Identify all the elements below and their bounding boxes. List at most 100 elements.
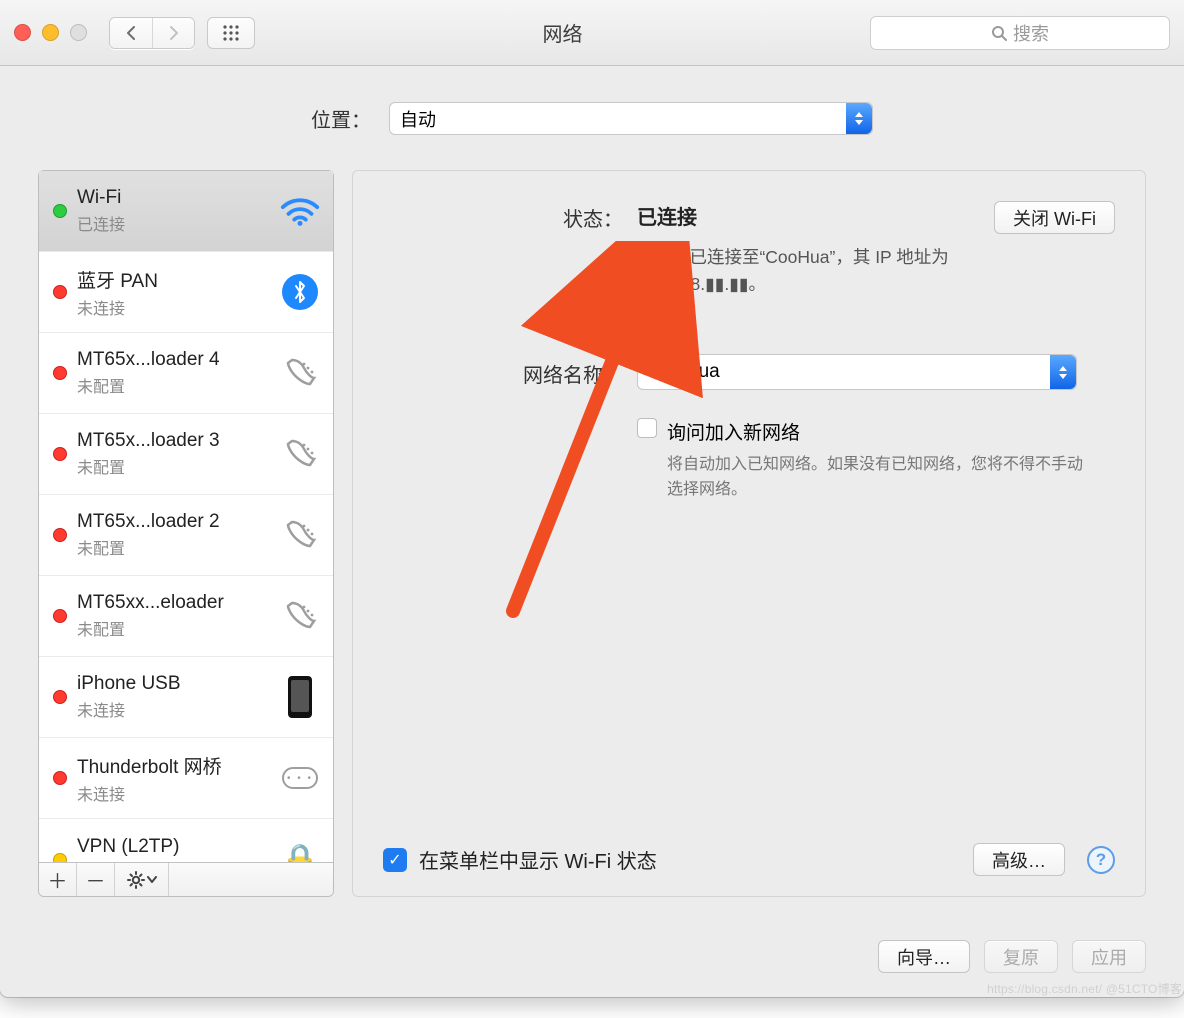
status-dot-icon: [53, 690, 67, 704]
sidebar-item-thunderbolt[interactable]: Thunderbolt 网桥 未连接 • • •: [39, 738, 333, 819]
close-icon[interactable]: [14, 24, 31, 41]
panels: Wi-Fi 已连接: [38, 170, 1146, 897]
sidebar-item-name: iPhone USB: [77, 673, 269, 695]
network-name-label: 网络名称：: [383, 357, 623, 388]
chevron-down-icon: [147, 876, 157, 884]
gear-menu-button[interactable]: [115, 863, 169, 896]
minimize-icon[interactable]: [42, 24, 59, 41]
sidebar-item-name: MT65xx...eloader: [77, 592, 269, 614]
search-input[interactable]: 搜索: [870, 16, 1170, 50]
sidebar-item-sub: 已连接: [77, 211, 269, 235]
add-button[interactable]: ＋: [39, 863, 77, 896]
phone-icon: [279, 355, 321, 391]
sidebar-item-sub: 未连接: [77, 781, 269, 805]
status-dot-icon: [53, 204, 67, 218]
lock-icon: 🔒: [279, 841, 321, 863]
sidebar-item-wifi[interactable]: Wi-Fi 已连接: [39, 171, 333, 252]
menubar-label: 在菜单栏中显示 Wi-Fi 状态: [419, 845, 657, 874]
network-name-value-wrap: CooHua: [623, 354, 1115, 390]
sidebar-item-name: Thunderbolt 网桥: [77, 752, 269, 779]
sidebar-actions: ＋ －: [39, 862, 333, 896]
status-dot-icon: [53, 285, 67, 299]
sidebar-item-text: MT65x...loader 3 未配置: [77, 430, 269, 478]
remove-button[interactable]: －: [77, 863, 115, 896]
back-button[interactable]: [110, 18, 152, 48]
sidebar-item-sub: 未连接: [77, 697, 269, 721]
sidebar-item-name: Wi-Fi: [77, 187, 269, 209]
sidebar-item-sub: 未配置: [77, 373, 269, 397]
thunderbolt-icon: • • •: [279, 767, 321, 789]
location-value: 自动: [400, 106, 436, 132]
sidebar-item-text: MT65x...loader 4 未配置: [77, 349, 269, 397]
sidebar-item-name: MT65x...loader 4: [77, 349, 269, 371]
detail-pane: 状态： 已连接 “Wi-Fi”已连接至“CooHua”，其 IP 地址为 192…: [352, 170, 1146, 897]
sidebar-item-modem-3[interactable]: MT65x...loader 3 未配置: [39, 414, 333, 495]
status-label: 状态：: [383, 201, 623, 232]
chevron-right-icon: [168, 25, 180, 41]
phone-icon: [279, 436, 321, 472]
assist-button[interactable]: 向导…: [878, 940, 970, 973]
sidebar-item-text: 蓝牙 PAN 未连接: [77, 266, 269, 319]
network-name-select[interactable]: CooHua: [637, 354, 1077, 390]
traffic-lights: [14, 24, 87, 41]
sidebar-item-modem-2[interactable]: MT65x...loader 2 未配置: [39, 495, 333, 576]
iphone-icon: [279, 676, 321, 718]
network-name-value: CooHua: [650, 361, 720, 383]
sidebar-item-vpn[interactable]: VPN (L2TP) 未连接 🔒: [39, 819, 333, 862]
status-dot-icon: [53, 853, 67, 863]
ask-join-row: 询问加入新网络 将自动加入已知网络。如果没有已知网络，您将不得不手动选择网络。: [383, 418, 1115, 503]
apply-button[interactable]: 应用: [1072, 940, 1146, 973]
sidebar-item-sub: 未配置: [77, 535, 269, 559]
sidebar-item-text: Wi-Fi 已连接: [77, 187, 269, 235]
show-all-button[interactable]: [207, 17, 255, 49]
location-row: 位置： 自动: [0, 102, 1184, 135]
ask-join-label: 询问加入新网络: [667, 418, 1087, 445]
window-title: 网络: [267, 18, 858, 47]
sidebar-item-modem-4[interactable]: MT65x...loader 4 未配置: [39, 333, 333, 414]
nav-segmented: [109, 17, 195, 49]
status-dot-icon: [53, 528, 67, 542]
status-row: 状态： 已连接 “Wi-Fi”已连接至“CooHua”，其 IP 地址为 192…: [383, 201, 1115, 298]
chevron-updown-icon: [846, 103, 872, 134]
phone-icon: [279, 598, 321, 634]
gear-icon: [127, 871, 145, 889]
help-button[interactable]: ?: [1087, 846, 1115, 874]
sidebar-item-modem-1[interactable]: MT65xx...eloader 未配置: [39, 576, 333, 657]
advanced-button[interactable]: 高级…: [973, 843, 1065, 876]
titlebar: 网络 搜索: [0, 0, 1184, 66]
sidebar-item-bluetooth-pan[interactable]: 蓝牙 PAN 未连接: [39, 252, 333, 333]
grid-icon: [222, 24, 240, 42]
ask-join-checkbox[interactable]: [637, 418, 657, 438]
sidebar-item-iphone-usb[interactable]: iPhone USB 未连接: [39, 657, 333, 738]
status-desc-line-1: “Wi-Fi”已连接至“CooHua”，其 IP 地址为: [637, 247, 949, 267]
forward-button[interactable]: [152, 18, 194, 48]
revert-button[interactable]: 复原: [984, 940, 1058, 973]
status-dot-icon: [53, 447, 67, 461]
status-dot-icon: [53, 771, 67, 785]
chevron-left-icon: [125, 25, 137, 41]
wifi-off-button[interactable]: 关闭 Wi-Fi: [994, 201, 1115, 234]
status-dot-icon: [53, 366, 67, 380]
sidebar-item-name: MT65x...loader 2: [77, 511, 269, 533]
sidebar-item-name: MT65x...loader 3: [77, 430, 269, 452]
detail-bottom-row: ✓ 在菜单栏中显示 Wi-Fi 状态 高级… ?: [383, 843, 1115, 876]
ask-join-description: 将自动加入已知网络。如果没有已知网络，您将不得不手动选择网络。: [667, 453, 1087, 503]
sidebar-item-name: 蓝牙 PAN: [77, 266, 269, 293]
phone-icon: [279, 517, 321, 553]
window: 网络 搜索 位置： 自动 Wi-Fi 已连接: [0, 0, 1184, 997]
sidebar-item-text: Thunderbolt 网桥 未连接: [77, 752, 269, 805]
window-bottom-buttons: 向导… 复原 应用: [878, 940, 1146, 973]
status-dot-icon: [53, 609, 67, 623]
status-description: “Wi-Fi”已连接至“CooHua”，其 IP 地址为 192.168.▮▮.…: [637, 244, 1017, 298]
sidebar-item-name: VPN (L2TP): [77, 836, 269, 858]
sidebar-item-sub: 未配置: [77, 454, 269, 478]
location-select[interactable]: 自动: [389, 102, 873, 135]
status-desc-line-2: 192.168.▮▮.▮▮。: [637, 274, 766, 294]
content-area: 位置： 自动 Wi-Fi 已连接: [0, 66, 1184, 997]
maximize-icon[interactable]: [70, 24, 87, 41]
watermark: https://blog.csdn.net/ @51CTO博客: [987, 980, 1182, 997]
sidebar-item-text: iPhone USB 未连接: [77, 673, 269, 721]
menubar-checkbox[interactable]: ✓: [383, 848, 407, 872]
sidebar: Wi-Fi 已连接: [38, 170, 334, 897]
search-placeholder: 搜索: [1013, 20, 1049, 46]
